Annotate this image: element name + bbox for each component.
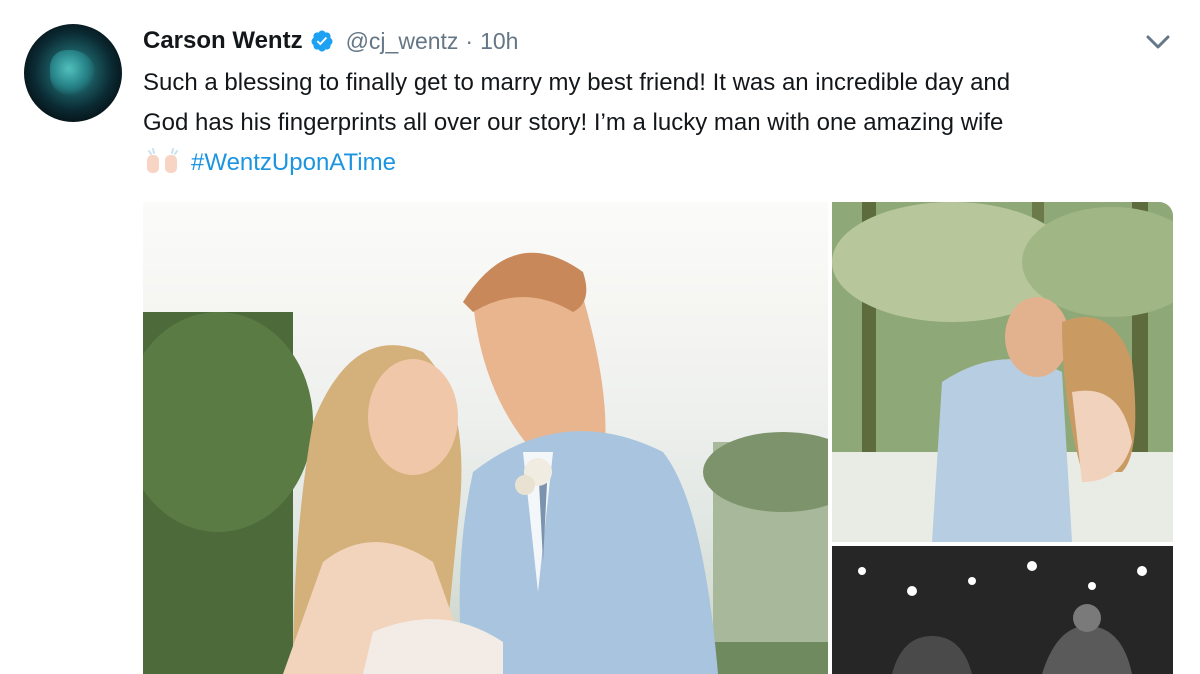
author-avatar[interactable] [24,24,122,122]
tweet-text-line-2: God has his fingerprints all over our st… [143,109,1004,136]
photo-main-image [143,252,828,674]
author-name[interactable]: Carson Wentz [143,27,303,55]
tweet-timestamp[interactable]: 10h [480,28,518,55]
tweet-text-line-3: #WentzUponATime [143,143,1183,183]
chevron-down-icon[interactable] [1144,32,1172,52]
tweet-text: Such a blessing to finally get to marry … [143,63,1183,183]
photo-top-image [832,202,1173,542]
photo-bottom-image [832,546,1173,674]
photo-main[interactable] [143,202,828,674]
tweet-text-line-1: Such a blessing to finally get to marry … [143,69,1011,96]
tweet-header: Carson Wentz @cj_wentz · 10h [143,24,518,58]
separator-dot: · [465,27,474,54]
hashtag-link[interactable]: #WentzUponATime [191,149,396,176]
photo-top-right[interactable] [832,202,1173,542]
photo-bottom-right[interactable] [832,546,1173,674]
raising-hands-emoji [147,148,178,173]
verified-badge-icon [311,30,333,52]
author-handle[interactable]: @cj_wentz [346,28,459,55]
avatar-image [50,50,96,96]
